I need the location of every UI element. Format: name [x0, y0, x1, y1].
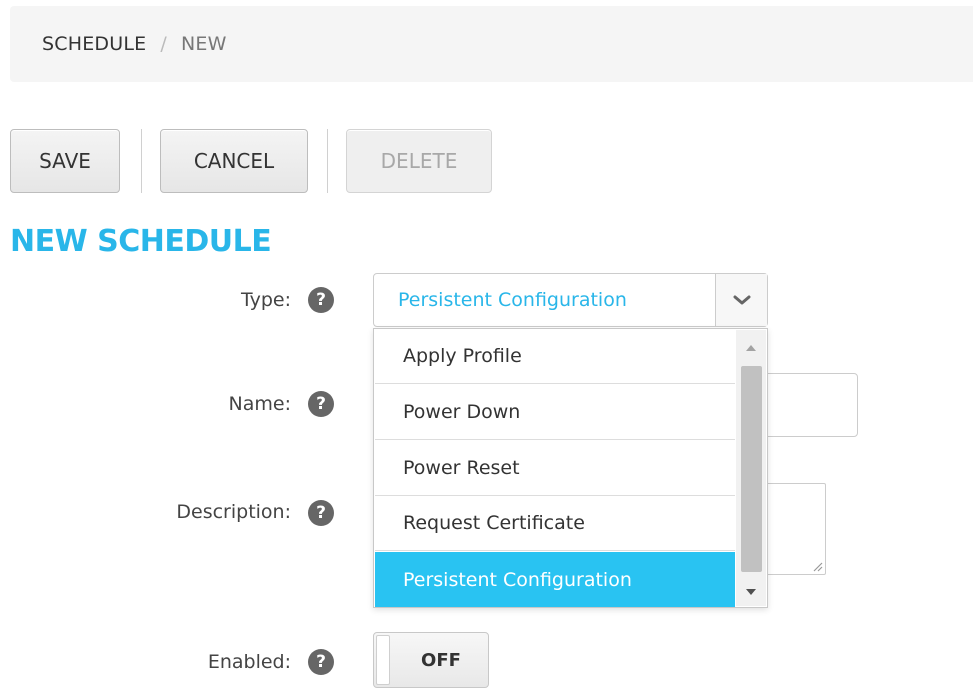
- toggle-handle[interactable]: [376, 635, 390, 685]
- breadcrumb-separator: /: [160, 33, 167, 55]
- scroll-down-arrow-icon[interactable]: [736, 582, 766, 602]
- dropdown-option-power-down[interactable]: Power Down: [375, 385, 735, 440]
- dropdown-option-apply-profile[interactable]: Apply Profile: [375, 329, 735, 384]
- chevron-down-icon: [733, 295, 750, 305]
- breadcrumb-current: NEW: [180, 33, 227, 55]
- select-toggle[interactable]: [715, 274, 767, 326]
- save-button[interactable]: SAVE: [10, 129, 120, 193]
- toolbar-divider: [327, 129, 328, 193]
- toolbar-divider: [141, 129, 142, 193]
- page-title: NEW SCHEDULE: [10, 224, 272, 259]
- enabled-toggle[interactable]: OFF: [373, 632, 489, 688]
- delete-button[interactable]: DELETE: [346, 129, 492, 193]
- type-select-value: Persistent Configuration: [398, 289, 627, 311]
- help-icon[interactable]: ?: [308, 500, 334, 526]
- scrollbar-thumb[interactable]: [741, 366, 762, 572]
- help-icon[interactable]: ?: [308, 649, 334, 675]
- dropdown-option-power-reset[interactable]: Power Reset: [375, 441, 735, 496]
- type-dropdown-list: Apply Profile Power Down Power Reset Req…: [373, 328, 768, 608]
- breadcrumb-schedule-link[interactable]: SCHEDULE: [42, 33, 146, 55]
- dropdown-option-persistent-configuration[interactable]: Persistent Configuration: [375, 552, 735, 607]
- help-icon[interactable]: ?: [308, 287, 334, 313]
- dropdown-option-request-certificate[interactable]: Request Certificate: [375, 496, 735, 551]
- dropdown-scrollbar[interactable]: [736, 330, 766, 606]
- toggle-state-label: OFF: [421, 649, 461, 671]
- scroll-up-arrow-icon[interactable]: [736, 338, 766, 358]
- enabled-label: Enabled:: [207, 651, 291, 673]
- cancel-button[interactable]: CANCEL: [160, 129, 308, 193]
- breadcrumb: SCHEDULE / NEW: [10, 6, 973, 82]
- name-label: Name:: [228, 393, 291, 415]
- resize-grip-icon[interactable]: [811, 560, 823, 572]
- type-select[interactable]: Persistent Configuration: [373, 273, 768, 327]
- type-label: Type:: [240, 289, 291, 311]
- description-label: Description:: [176, 501, 291, 523]
- help-icon[interactable]: ?: [308, 391, 334, 417]
